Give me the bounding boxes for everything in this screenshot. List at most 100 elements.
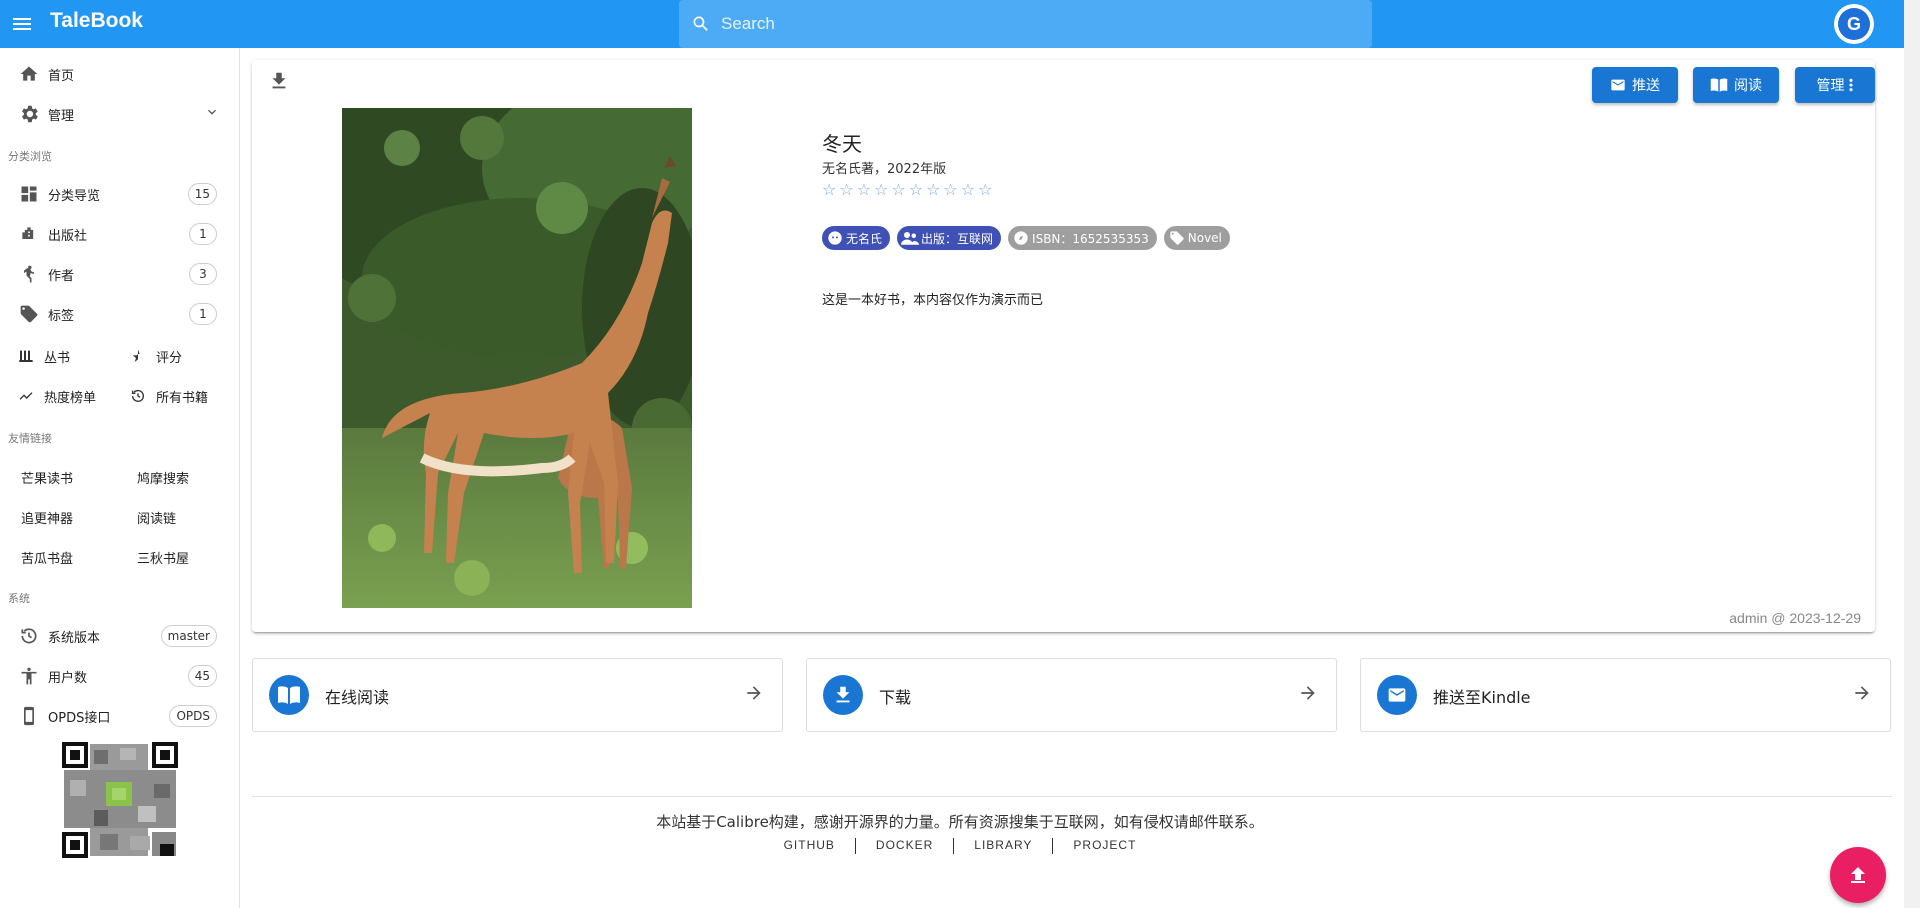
tag-icon <box>18 303 40 325</box>
book-card: 冬天 无名氏著，2022年版 ☆ ☆ ☆ ☆ ☆ ☆ ☆ ☆ ☆ ☆ 无名氏 出版：互联网 ISB… <box>252 60 1875 632</box>
sidebar-item-rating[interactable]: 评分 <box>128 338 238 374</box>
star-icon[interactable]: ☆ <box>822 180 836 199</box>
count-badge: 1 <box>189 223 217 245</box>
search-box[interactable] <box>679 0 1372 48</box>
app-title[interactable]: TaleBook <box>50 9 143 33</box>
sidebar-item-series[interactable]: 丛书 <box>16 338 126 374</box>
friend-link[interactable]: 阅读链 <box>137 508 176 527</box>
manage-button[interactable]: 管理 <box>1795 67 1875 103</box>
footer-link-project[interactable]: PROJECT <box>1053 838 1156 854</box>
book-open-icon <box>269 675 309 715</box>
download-icon[interactable] <box>268 70 290 96</box>
footer-link-docker[interactable]: DOCKER <box>856 838 953 854</box>
person-icon <box>18 665 40 687</box>
chip-label: ISBN：1652535353 <box>1032 231 1149 246</box>
arrow-right-icon <box>744 683 764 707</box>
chevron-down-icon <box>204 104 220 124</box>
person-walk-icon <box>18 263 40 285</box>
sidebar-item-categories[interactable]: 分类导览 15 <box>0 176 239 212</box>
search-input[interactable] <box>719 13 1323 35</box>
book-cover-image <box>342 108 692 608</box>
sidebar-item-author[interactable]: 作者 3 <box>0 256 239 292</box>
sidebar-item-label: 分类导览 <box>48 188 101 204</box>
star-icon[interactable]: ☆ <box>943 180 957 199</box>
manage-label: 管理 <box>1816 78 1845 94</box>
scroll-top-button[interactable] <box>1830 847 1886 903</box>
value-badge: 45 <box>187 665 217 687</box>
value-badge: OPDS <box>169 705 217 727</box>
footer-link-library[interactable]: LIBRARY <box>954 838 1052 854</box>
publisher-chip[interactable]: 出版：互联网 <box>897 226 1002 250</box>
sidebar-item-opds[interactable]: OPDS接口 OPDS <box>0 698 239 734</box>
sidebar-item-all-books[interactable]: 所有书籍 <box>128 378 238 414</box>
search-icon <box>693 16 708 31</box>
system-header: 系统 <box>8 592 30 605</box>
footer-link-github[interactable]: GITHUB <box>764 838 855 854</box>
star-icon[interactable]: ☆ <box>891 180 905 199</box>
sidebar-item-users[interactable]: 用户数 45 <box>0 658 239 694</box>
star-icon[interactable]: ☆ <box>978 180 992 199</box>
chip-label: 无名氏 <box>846 231 883 246</box>
download-card[interactable]: 下载 <box>806 658 1337 732</box>
friend-link[interactable]: 追更神器 <box>21 508 73 527</box>
friend-link[interactable]: 鸠摩搜索 <box>137 468 189 487</box>
home-icon <box>18 63 40 85</box>
menu-icon[interactable] <box>10 12 34 36</box>
publisher-icon <box>18 223 40 245</box>
read-button[interactable]: 阅读 <box>1693 67 1779 103</box>
read-online-card[interactable]: 在线阅读 <box>252 658 783 732</box>
friend-link[interactable]: 苦瓜书盘 <box>21 548 73 567</box>
count-badge: 3 <box>189 263 217 285</box>
history-icon <box>128 388 148 404</box>
star-icon[interactable]: ☆ <box>857 180 871 199</box>
action-label: 下载 <box>879 688 912 707</box>
compass-icon <box>1012 229 1030 247</box>
group-icon <box>901 229 920 247</box>
friend-link[interactable]: 三秋书屋 <box>137 548 189 567</box>
book-subtitle: 无名氏著，2022年版 <box>822 162 947 177</box>
isbn-chip[interactable]: ISBN：1652535353 <box>1008 226 1157 250</box>
sidebar-item-label: 出版社 <box>48 228 88 244</box>
sidebar-item-label: 热度榜单 <box>44 390 97 406</box>
trending-icon <box>16 388 36 404</box>
sidebar-item-label: 管理 <box>48 108 75 124</box>
dashboard-icon <box>18 183 40 205</box>
sidebar-item-home[interactable]: 首页 <box>0 56 239 92</box>
star-icon[interactable]: ☆ <box>909 180 923 199</box>
sidebar-item-label: 所有书籍 <box>156 390 209 406</box>
sidebar-item-manage[interactable]: 管理 <box>0 96 239 132</box>
phone-icon <box>18 705 40 727</box>
star-icon[interactable]: ☆ <box>926 180 940 199</box>
sidebar-item-hot[interactable]: 热度榜单 <box>16 378 126 414</box>
browse-header: 分类浏览 <box>8 150 52 163</box>
count-badge: 1 <box>189 303 217 325</box>
book-chips: 无名氏 出版：互联网 ISBN：1652535353 Novel <box>822 226 1230 250</box>
push-label: 推送 <box>1632 78 1660 94</box>
footer-divider <box>252 796 1892 797</box>
upload-icon <box>1851 867 1865 883</box>
star-icon[interactable]: ☆ <box>839 180 853 199</box>
arrow-right-icon <box>1852 683 1872 707</box>
avatar-letter: G <box>1838 8 1870 40</box>
rating-stars[interactable]: ☆ ☆ ☆ ☆ ☆ ☆ ☆ ☆ ☆ ☆ <box>822 180 992 199</box>
sidebar-item-tags[interactable]: 标签 1 <box>0 296 239 332</box>
author-chip[interactable]: 无名氏 <box>822 226 891 250</box>
chip-label: 出版：互联网 <box>921 231 994 246</box>
star-icon[interactable]: ☆ <box>961 180 975 199</box>
star-icon[interactable]: ☆ <box>874 180 888 199</box>
tag-chip[interactable]: Novel <box>1163 226 1230 250</box>
sidebar-item-version[interactable]: 系统版本 master <box>0 618 239 654</box>
friend-link[interactable]: 芒果读书 <box>21 468 73 487</box>
scrollbar[interactable] <box>1904 0 1920 908</box>
push-kindle-card[interactable]: 推送至Kindle <box>1360 658 1891 732</box>
arrow-right-icon <box>1298 683 1318 707</box>
face-icon <box>826 229 844 247</box>
push-button[interactable]: 推送 <box>1592 67 1678 103</box>
download-icon <box>823 675 863 715</box>
sidebar-item-label: 用户数 <box>48 670 88 686</box>
sidebar-item-label: 丛书 <box>44 350 71 366</box>
avatar[interactable]: G <box>1834 4 1874 44</box>
sidebar-item-publisher[interactable]: 出版社 1 <box>0 216 239 252</box>
star-half-icon <box>128 348 148 364</box>
tag-icon <box>1168 229 1186 247</box>
